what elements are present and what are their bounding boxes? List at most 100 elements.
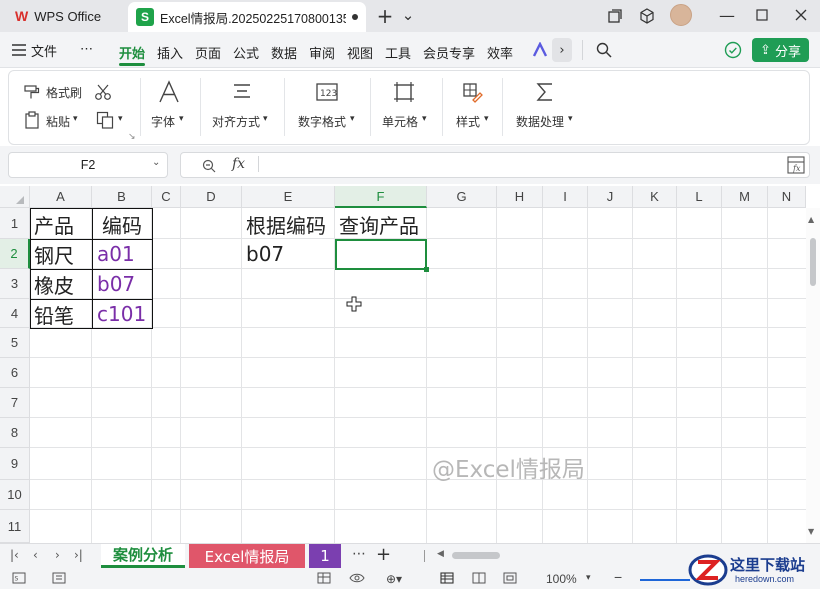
row-header-1[interactable]: 1 <box>0 208 30 239</box>
style-dropdown-icon[interactable]: ▾ <box>484 113 489 124</box>
menu-member[interactable]: 会员专享 <box>423 43 475 62</box>
ribbon-scroll-right-button[interactable]: › <box>552 38 572 62</box>
row-header-9[interactable]: 9 <box>0 448 30 480</box>
scroll-up-icon[interactable]: ▲ <box>808 215 814 224</box>
data-process-dropdown-icon[interactable]: ▾ <box>568 113 573 124</box>
ai-icon[interactable] <box>532 41 548 58</box>
zoom-out-button[interactable]: − <box>614 569 622 585</box>
row-header-6[interactable]: 6 <box>0 358 30 388</box>
prev-sheet-icon[interactable]: ‹ <box>33 548 38 562</box>
scroll-down-icon[interactable]: ▼ <box>808 527 814 536</box>
column-header-D[interactable]: D <box>181 186 242 208</box>
hscroll-splitter[interactable] <box>424 550 425 562</box>
first-sheet-icon[interactable]: |‹ <box>10 548 19 562</box>
data-process-button[interactable]: 数据处理 <box>516 113 564 130</box>
row-header-7[interactable]: 7 <box>0 388 30 418</box>
paste-dropdown-icon[interactable]: ▾ <box>73 113 78 124</box>
cell-A4[interactable]: 铅笔 <box>34 300 74 328</box>
name-box-dropdown-icon[interactable]: ⌄ <box>152 157 160 168</box>
menu-home[interactable]: 开始 <box>119 43 145 62</box>
sheet-tab-1[interactable]: 1 <box>309 544 341 568</box>
paste-button[interactable]: 粘贴 <box>46 113 70 130</box>
add-sheet-button[interactable]: + <box>376 544 391 565</box>
cube-icon[interactable] <box>638 7 656 25</box>
normal-view-icon[interactable] <box>440 572 454 587</box>
cell-B4[interactable]: c101 <box>97 300 146 328</box>
cut-icon[interactable] <box>94 83 112 101</box>
zoom-level[interactable]: 100% <box>546 572 577 586</box>
font-button[interactable]: 字体 <box>151 113 175 130</box>
maximize-button[interactable] <box>753 6 771 24</box>
cell-B3[interactable]: b07 <box>97 270 135 298</box>
copy-icon[interactable] <box>96 111 114 129</box>
name-box[interactable]: F2 <box>8 152 168 178</box>
align-dropdown-icon[interactable]: ▾ <box>263 113 268 124</box>
more-sheets-button[interactable]: ⋯ <box>352 546 366 562</box>
cell-button[interactable]: 单元格 <box>382 113 418 130</box>
fx-icon[interactable]: fx <box>232 156 245 172</box>
number-format-button[interactable]: 数字格式 <box>298 113 346 130</box>
column-header-E[interactable]: E <box>242 186 335 208</box>
cell-B2[interactable]: a01 <box>97 240 135 268</box>
record-icon[interactable] <box>52 572 66 587</box>
column-header-F[interactable]: F <box>335 186 427 208</box>
row-header-4[interactable]: 4 <box>0 299 30 328</box>
cell-E2[interactable]: b07 <box>246 240 284 268</box>
column-header-C[interactable]: C <box>152 186 181 208</box>
formula-input[interactable] <box>180 152 810 178</box>
close-button[interactable] <box>792 6 810 24</box>
zoom-slider[interactable] <box>640 579 690 581</box>
zoom-dropdown-icon[interactable]: ▾ <box>586 572 591 583</box>
sheet-view-icon[interactable] <box>317 572 331 587</box>
macro-icon[interactable]: S <box>12 572 26 587</box>
column-header-G[interactable]: G <box>427 186 497 208</box>
column-header-H[interactable]: H <box>497 186 543 208</box>
cloud-sync-icon[interactable] <box>724 41 742 59</box>
hamburger-menu-icon[interactable] <box>12 41 26 56</box>
column-header-M[interactable]: M <box>722 186 768 208</box>
window-tile-icon[interactable] <box>606 7 624 25</box>
menu-review[interactable]: 审阅 <box>309 43 335 62</box>
cell-B1[interactable]: 编码 <box>102 210 142 238</box>
horizontal-scroll-thumb[interactable] <box>452 552 500 559</box>
font-dropdown-icon[interactable]: ▾ <box>179 113 184 124</box>
column-header-I[interactable]: I <box>543 186 588 208</box>
select-all-corner[interactable] <box>0 186 30 208</box>
hscroll-left-icon[interactable]: ◀ <box>437 549 444 559</box>
document-tab[interactable]: S Excel情报局.20250225170800135 <box>128 2 366 32</box>
app-tab[interactable]: W WPS Office <box>6 3 120 29</box>
menu-view[interactable]: 视图 <box>347 43 373 62</box>
active-cell-F2[interactable] <box>335 239 427 270</box>
menu-formula[interactable]: 公式 <box>233 43 259 62</box>
row-header-8[interactable]: 8 <box>0 418 30 448</box>
target-icon[interactable]: ⊕▾ <box>386 572 402 586</box>
next-sheet-icon[interactable]: › <box>55 548 60 562</box>
cell-A2[interactable]: 钢尺 <box>34 240 74 268</box>
row-header-11[interactable]: 11 <box>0 510 30 543</box>
row-header-2[interactable]: 2 <box>0 239 30 269</box>
row-header-5[interactable]: 5 <box>0 328 30 358</box>
avatar[interactable] <box>670 4 692 26</box>
tab-list-dropdown[interactable]: ⌄ <box>400 5 416 25</box>
column-header-N[interactable]: N <box>768 186 806 208</box>
style-button[interactable]: 样式 <box>456 113 480 130</box>
menu-efficiency[interactable]: 效率 <box>487 43 513 62</box>
menu-page[interactable]: 页面 <box>195 43 221 62</box>
new-tab-button[interactable]: + <box>375 4 395 28</box>
search-icon[interactable] <box>596 42 612 58</box>
column-header-A[interactable]: A <box>30 186 92 208</box>
row-header-10[interactable]: 10 <box>0 480 30 510</box>
share-button[interactable]: ⇪ 分享 <box>752 38 809 62</box>
page-view-icon[interactable] <box>472 572 486 587</box>
menu-insert[interactable]: 插入 <box>157 43 183 62</box>
menu-file[interactable]: 文件 <box>31 41 57 60</box>
row-header-3[interactable]: 3 <box>0 269 30 299</box>
cell-A1[interactable]: 产品 <box>34 210 74 238</box>
column-header-J[interactable]: J <box>588 186 633 208</box>
copy-dropdown-icon[interactable]: ▾ <box>118 113 123 124</box>
format-painter-button[interactable]: 格式刷 <box>46 84 82 101</box>
page-break-icon[interactable] <box>503 572 517 587</box>
vertical-scroll-thumb[interactable] <box>810 238 816 286</box>
sheet-tab-active[interactable]: 案例分析 <box>101 544 185 568</box>
sheet-tab-excel[interactable]: Excel情报局 <box>189 544 305 568</box>
